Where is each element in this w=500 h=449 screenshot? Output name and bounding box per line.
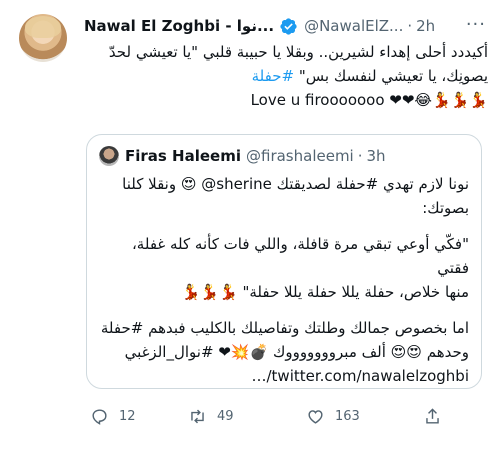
quoted-text-line: وحدهم 😍😍 ألف مبروووووووك 💣💥❤ #نوال_الزغب…: [124, 343, 469, 361]
quoted-text-line: نونا لازم تهدي #حفلة لصديقتك sherine@ 😍 …: [122, 175, 469, 193]
tweet-text: أكيددد أحلى إهداء لشيرين.. وبقلا يا حبيب…: [84, 40, 488, 112]
quoted-text-line: منها خلاص، حفلة يللا حفلة يللا حفلة" 💃💃💃: [181, 283, 469, 301]
tweet-text-line: أكيددد أحلى إهداء لشيرين.. وبقلا يا حبيب…: [108, 43, 488, 61]
author-name[interactable]: Nawal El Zoghbi - نوا...: [84, 17, 274, 35]
quoted-text-line: "فكّي أوعي تبقي مرة قافلة، واللي فات كأن…: [131, 235, 469, 277]
reply-count: 12: [119, 408, 136, 424]
quoted-tweet-header: Firas Haleemi @firashaleemi · 3h: [99, 146, 386, 166]
like-count: 163: [335, 408, 360, 424]
quoted-text-line: بصوتك:: [422, 199, 469, 217]
quoted-tweet-text: نونا لازم تهدي #حفلة لصديقتك sherine@ 😍 …: [99, 172, 469, 388]
like-button[interactable]: 163: [306, 407, 360, 426]
quoted-text-line: …/twitter.com/nawalelzoghbi: [251, 367, 470, 385]
more-icon[interactable]: ···: [466, 16, 486, 34]
tweet-text-line: يصونِك، يا تعيشي لنفسك بس" #حفلة: [84, 64, 488, 88]
tweet-header: Nawal El Zoghbi - نوا... @NawalElZ... · …: [84, 14, 488, 38]
tweet-text-line: Love u firooooooo ❤❤😂💃💃💃: [250, 91, 488, 109]
share-icon: [426, 407, 439, 424]
retweet-button[interactable]: 49: [188, 407, 234, 426]
reply-button[interactable]: 12: [90, 407, 136, 426]
share-button[interactable]: [423, 407, 442, 426]
quoted-author-name: Firas Haleemi: [125, 147, 241, 165]
author-handle[interactable]: @NawalElZ...: [304, 17, 403, 35]
quoted-author-handle: @firashaleemi: [246, 147, 354, 165]
author-avatar[interactable]: [19, 14, 67, 62]
quoted-text-line: اما بخصوص جمالك وطلتك وتفاصيلك بالكليب ف…: [100, 319, 469, 337]
quoted-tweet-time: 3h: [366, 147, 386, 165]
quoted-tweet[interactable]: Firas Haleemi @firashaleemi · 3h نونا لا…: [86, 134, 482, 389]
like-icon: [308, 409, 323, 424]
hashtag-link[interactable]: #حفلة: [252, 67, 294, 85]
verified-icon: [280, 17, 297, 35]
retweet-icon: [191, 409, 204, 423]
tweet-time[interactable]: 2h: [416, 17, 435, 35]
quoted-author-avatar: [99, 146, 119, 166]
tweet-actions: 12 49 163: [84, 400, 488, 432]
separator-dot: ·: [407, 17, 413, 35]
tweet-text-part: يصونِك، يا تعيشي لنفسك بس": [298, 67, 488, 85]
separator-dot: ·: [357, 147, 363, 165]
retweet-count: 49: [217, 408, 234, 424]
reply-icon: [92, 408, 107, 425]
